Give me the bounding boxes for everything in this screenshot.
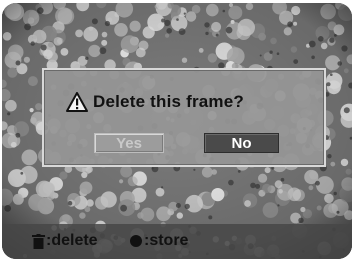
delete-confirm-dialog: Delete this frame? Yes No xyxy=(42,68,326,167)
store-hint-label: :store xyxy=(144,232,189,249)
dot-icon xyxy=(130,235,142,247)
camera-display: Delete this frame? Yes No :delete :store xyxy=(0,0,356,262)
delete-hint-label: :delete xyxy=(46,232,98,249)
warning-icon xyxy=(66,92,88,112)
yes-button[interactable]: Yes xyxy=(94,133,164,153)
dialog-text: Delete this frame? xyxy=(93,92,244,111)
no-button[interactable]: No xyxy=(204,133,279,153)
lcd-screen: Delete this frame? Yes No :delete :store xyxy=(2,3,352,259)
delete-hint: :delete xyxy=(32,232,98,250)
trash-icon xyxy=(32,233,45,249)
dialog-message: Delete this frame? xyxy=(66,92,244,112)
bottom-hint-bar: :delete :store xyxy=(2,224,352,259)
store-hint: :store xyxy=(130,232,188,250)
